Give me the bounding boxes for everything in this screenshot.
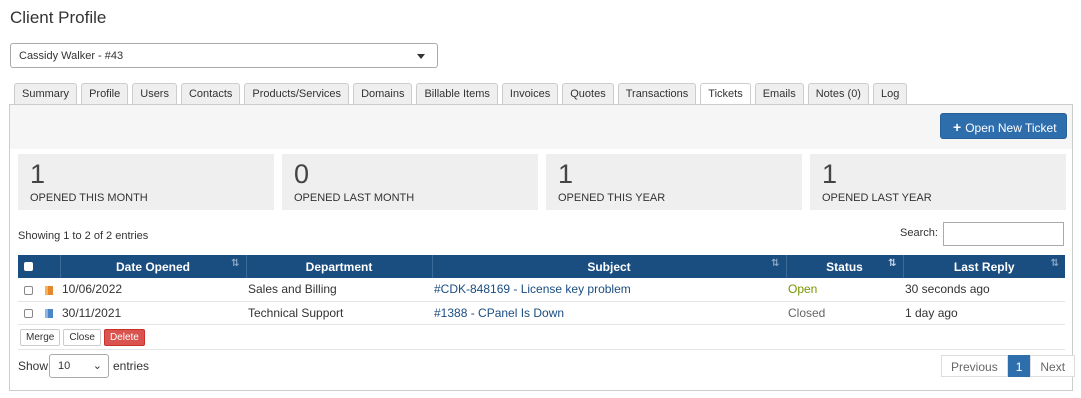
stat-label: OPENED LAST YEAR bbox=[822, 192, 932, 204]
tab-tickets[interactable]: Tickets bbox=[700, 83, 751, 105]
column-department[interactable]: Department bbox=[246, 255, 433, 278]
flag-icon bbox=[45, 308, 53, 318]
column-subject[interactable]: Subject ⇅ bbox=[432, 255, 787, 278]
stat-label: OPENED THIS MONTH bbox=[30, 192, 148, 204]
status-cell: Open bbox=[786, 278, 903, 302]
tab-emails[interactable]: Emails bbox=[754, 83, 804, 104]
plus-icon: + bbox=[953, 119, 962, 135]
tab-summary[interactable]: Summary bbox=[14, 83, 78, 104]
client-select[interactable]: Cassidy Walker - #43 bbox=[10, 43, 438, 68]
column-label: Subject bbox=[587, 259, 631, 274]
search-label: Search: bbox=[900, 227, 938, 239]
flag-icon bbox=[45, 285, 53, 295]
department-cell: Technical Support bbox=[246, 301, 432, 325]
tab-transactions[interactable]: Transactions bbox=[617, 83, 697, 104]
delete-button[interactable]: Delete bbox=[103, 329, 145, 346]
stat-card: 1 OPENED LAST YEAR bbox=[810, 154, 1066, 210]
tab-contacts[interactable]: Contacts bbox=[180, 83, 241, 104]
tab-bar: Summary Profile Users Contacts Products/… bbox=[14, 83, 908, 105]
row-checkbox[interactable] bbox=[24, 285, 33, 295]
sort-icon: ⇅ bbox=[771, 258, 780, 269]
select-all-checkbox[interactable] bbox=[24, 262, 33, 271]
subject-cell: #CDK-848169 - License key problem bbox=[432, 278, 786, 302]
tab-domains[interactable]: Domains bbox=[353, 83, 413, 104]
stat-label: OPENED THIS YEAR bbox=[558, 192, 666, 204]
close-button[interactable]: Close bbox=[63, 329, 101, 346]
table-row[interactable]: 30/11/2021 Technical Support #1388 - CPa… bbox=[18, 301, 1065, 325]
column-label: Status bbox=[826, 259, 863, 274]
sort-descending-icon: ⇅ bbox=[888, 258, 897, 269]
previous-page-button[interactable]: Previous bbox=[941, 355, 1008, 377]
date-opened-cell: 10/06/2022 bbox=[60, 278, 246, 302]
tickets-table: Date Opened ⇅ Department Subject ⇅ Statu… bbox=[18, 255, 1065, 325]
stat-value: 1 bbox=[822, 159, 838, 189]
tab-products-services[interactable]: Products/Services bbox=[244, 83, 350, 104]
column-label: Last Reply bbox=[953, 259, 1015, 274]
stat-value: 1 bbox=[30, 159, 46, 189]
tab-log[interactable]: Log bbox=[872, 83, 908, 104]
column-status[interactable]: Status ⇅ bbox=[786, 255, 904, 278]
tab-profile[interactable]: Profile bbox=[81, 83, 129, 104]
sort-icon: ⇅ bbox=[1050, 258, 1059, 269]
tab-notes[interactable]: Notes (0) bbox=[807, 83, 869, 104]
date-opened-cell: 30/11/2021 bbox=[60, 301, 246, 325]
open-new-ticket-button[interactable]: + Open New Ticket bbox=[940, 113, 1067, 139]
stat-value: 1 bbox=[558, 159, 574, 189]
department-cell: Sales and Billing bbox=[246, 278, 432, 302]
tab-users[interactable]: Users bbox=[132, 83, 177, 104]
caret-down-icon bbox=[417, 54, 425, 59]
tickets-panel: + Open New Ticket 1 OPENED THIS MONTH 0 O… bbox=[9, 104, 1076, 391]
column-label: Department bbox=[305, 259, 373, 274]
next-page-button[interactable]: Next bbox=[1030, 355, 1076, 377]
show-label: Show bbox=[18, 359, 49, 373]
status-cell: Closed bbox=[786, 301, 903, 325]
showing-entries-text: Showing 1 to 2 of 2 entries bbox=[18, 230, 149, 242]
row-checkbox[interactable] bbox=[24, 308, 33, 318]
entries-label: entries bbox=[113, 359, 150, 373]
table-header-row: Date Opened ⇅ Department Subject ⇅ Statu… bbox=[18, 255, 1065, 278]
last-reply-cell: 30 seconds ago bbox=[903, 278, 1065, 302]
row-select-cell bbox=[18, 301, 60, 325]
ticket-subject-link[interactable]: #1388 - CPanel Is Down bbox=[434, 306, 564, 320]
column-date-opened[interactable]: Date Opened ⇅ bbox=[60, 255, 247, 278]
merge-button[interactable]: Merge bbox=[20, 329, 61, 346]
ticket-subject-link[interactable]: #CDK-848169 - License key problem bbox=[434, 282, 631, 296]
stat-value: 0 bbox=[294, 159, 310, 189]
divider bbox=[18, 349, 1065, 350]
open-new-ticket-label: Open New Ticket bbox=[965, 121, 1057, 135]
search-input[interactable] bbox=[943, 222, 1064, 246]
sort-icon: ⇅ bbox=[231, 258, 240, 269]
last-reply-cell: 1 day ago bbox=[903, 301, 1065, 325]
subject-cell: #1388 - CPanel Is Down bbox=[432, 301, 786, 325]
tab-invoices[interactable]: Invoices bbox=[501, 83, 559, 104]
stat-label: OPENED LAST MONTH bbox=[294, 192, 415, 204]
stat-card: 1 OPENED THIS YEAR bbox=[546, 154, 802, 210]
page-title: Client Profile bbox=[10, 8, 107, 27]
client-select-value: Cassidy Walker - #43 bbox=[19, 50, 124, 62]
column-label: Date Opened bbox=[115, 259, 190, 274]
tab-quotes[interactable]: Quotes bbox=[562, 83, 614, 104]
status-badge: Open bbox=[788, 282, 818, 297]
bulk-actions: Merge Close Delete bbox=[20, 329, 145, 346]
pagination: Previous 1 Next bbox=[941, 355, 1076, 377]
tab-billable-items[interactable]: Billable Items bbox=[416, 83, 498, 104]
chevron-down-icon: ⌄ bbox=[92, 360, 102, 372]
entries-per-page-select[interactable]: 10 ⌄ bbox=[49, 354, 109, 378]
row-select-cell bbox=[18, 278, 60, 302]
status-badge: Closed bbox=[788, 305, 826, 320]
page-button-current[interactable]: 1 bbox=[1007, 355, 1031, 377]
column-last-reply[interactable]: Last Reply ⇅ bbox=[903, 255, 1065, 278]
stat-card: 1 OPENED THIS MONTH bbox=[18, 154, 274, 210]
entries-per-page-value: 10 bbox=[58, 360, 71, 372]
select-all-header bbox=[18, 255, 61, 278]
table-row[interactable]: 10/06/2022 Sales and Billing #CDK-848169… bbox=[18, 278, 1065, 302]
ticket-stats: 1 OPENED THIS MONTH 0 OPENED LAST MONTH … bbox=[18, 154, 1066, 210]
stat-card: 0 OPENED LAST MONTH bbox=[282, 154, 538, 210]
